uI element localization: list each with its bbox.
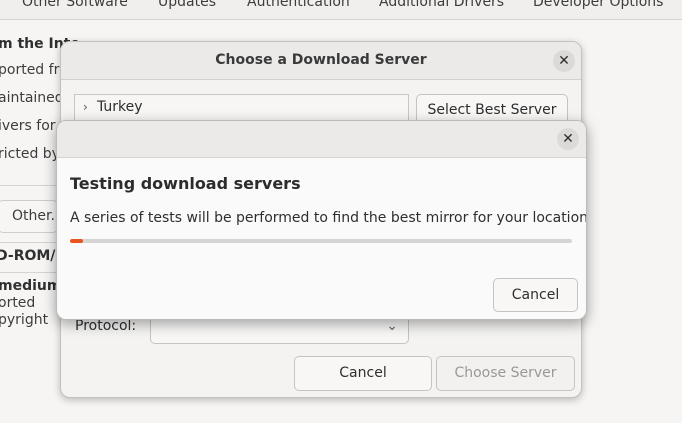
progress-fill	[70, 239, 83, 243]
source-line: ivers for	[0, 118, 56, 134]
medium-label: medium	[0, 278, 62, 294]
tab-updates[interactable]: Updates	[158, 0, 216, 10]
divider	[0, 242, 60, 243]
divider	[0, 272, 60, 273]
other-server-button[interactable]: Other.	[0, 200, 58, 233]
tab-developer-options[interactable]: Developer Options	[533, 0, 663, 10]
tab-additional-drivers[interactable]: Additional Drivers	[379, 0, 504, 10]
source-line: ricted by	[0, 146, 60, 162]
tree-item-turkey[interactable]: › Turkey	[83, 99, 143, 115]
chevron-down-icon: ⌄	[386, 318, 398, 334]
cancel-button[interactable]: Cancel	[493, 278, 578, 312]
dialog-description: A series of tests will be performed to f…	[70, 210, 587, 226]
divider	[0, 185, 60, 186]
other-server-label: Other.	[12, 208, 55, 224]
chevron-right-icon[interactable]: ›	[83, 100, 97, 114]
cdrom-heading: D-ROM/	[0, 248, 56, 264]
dialog-titlebar: Choose a Download Server ✕	[61, 42, 581, 80]
tab-other-software[interactable]: Other Software	[22, 0, 128, 10]
medium-line: orted	[0, 295, 36, 311]
cancel-button[interactable]: Cancel	[294, 356, 432, 391]
dialog-titlebar: ✕	[57, 121, 586, 158]
source-line: ported fr	[0, 62, 60, 78]
dialog-title: Choose a Download Server	[215, 52, 427, 68]
close-icon[interactable]: ✕	[553, 50, 575, 72]
testing-servers-dialog: ✕ Testing download servers A series of t…	[56, 120, 587, 320]
tab-bar: Other Software Updates Authentication Ad…	[0, 0, 682, 20]
medium-line: pyright	[0, 312, 49, 328]
choose-server-button[interactable]: Choose Server	[436, 356, 575, 391]
progress-bar	[70, 239, 572, 243]
dialog-heading: Testing download servers	[70, 174, 301, 193]
protocol-label: Protocol:	[75, 318, 137, 334]
close-icon[interactable]: ✕	[557, 128, 579, 150]
tree-item-label: Turkey	[97, 99, 143, 115]
tab-authentication[interactable]: Authentication	[247, 0, 350, 10]
source-line: aintained	[0, 90, 64, 106]
